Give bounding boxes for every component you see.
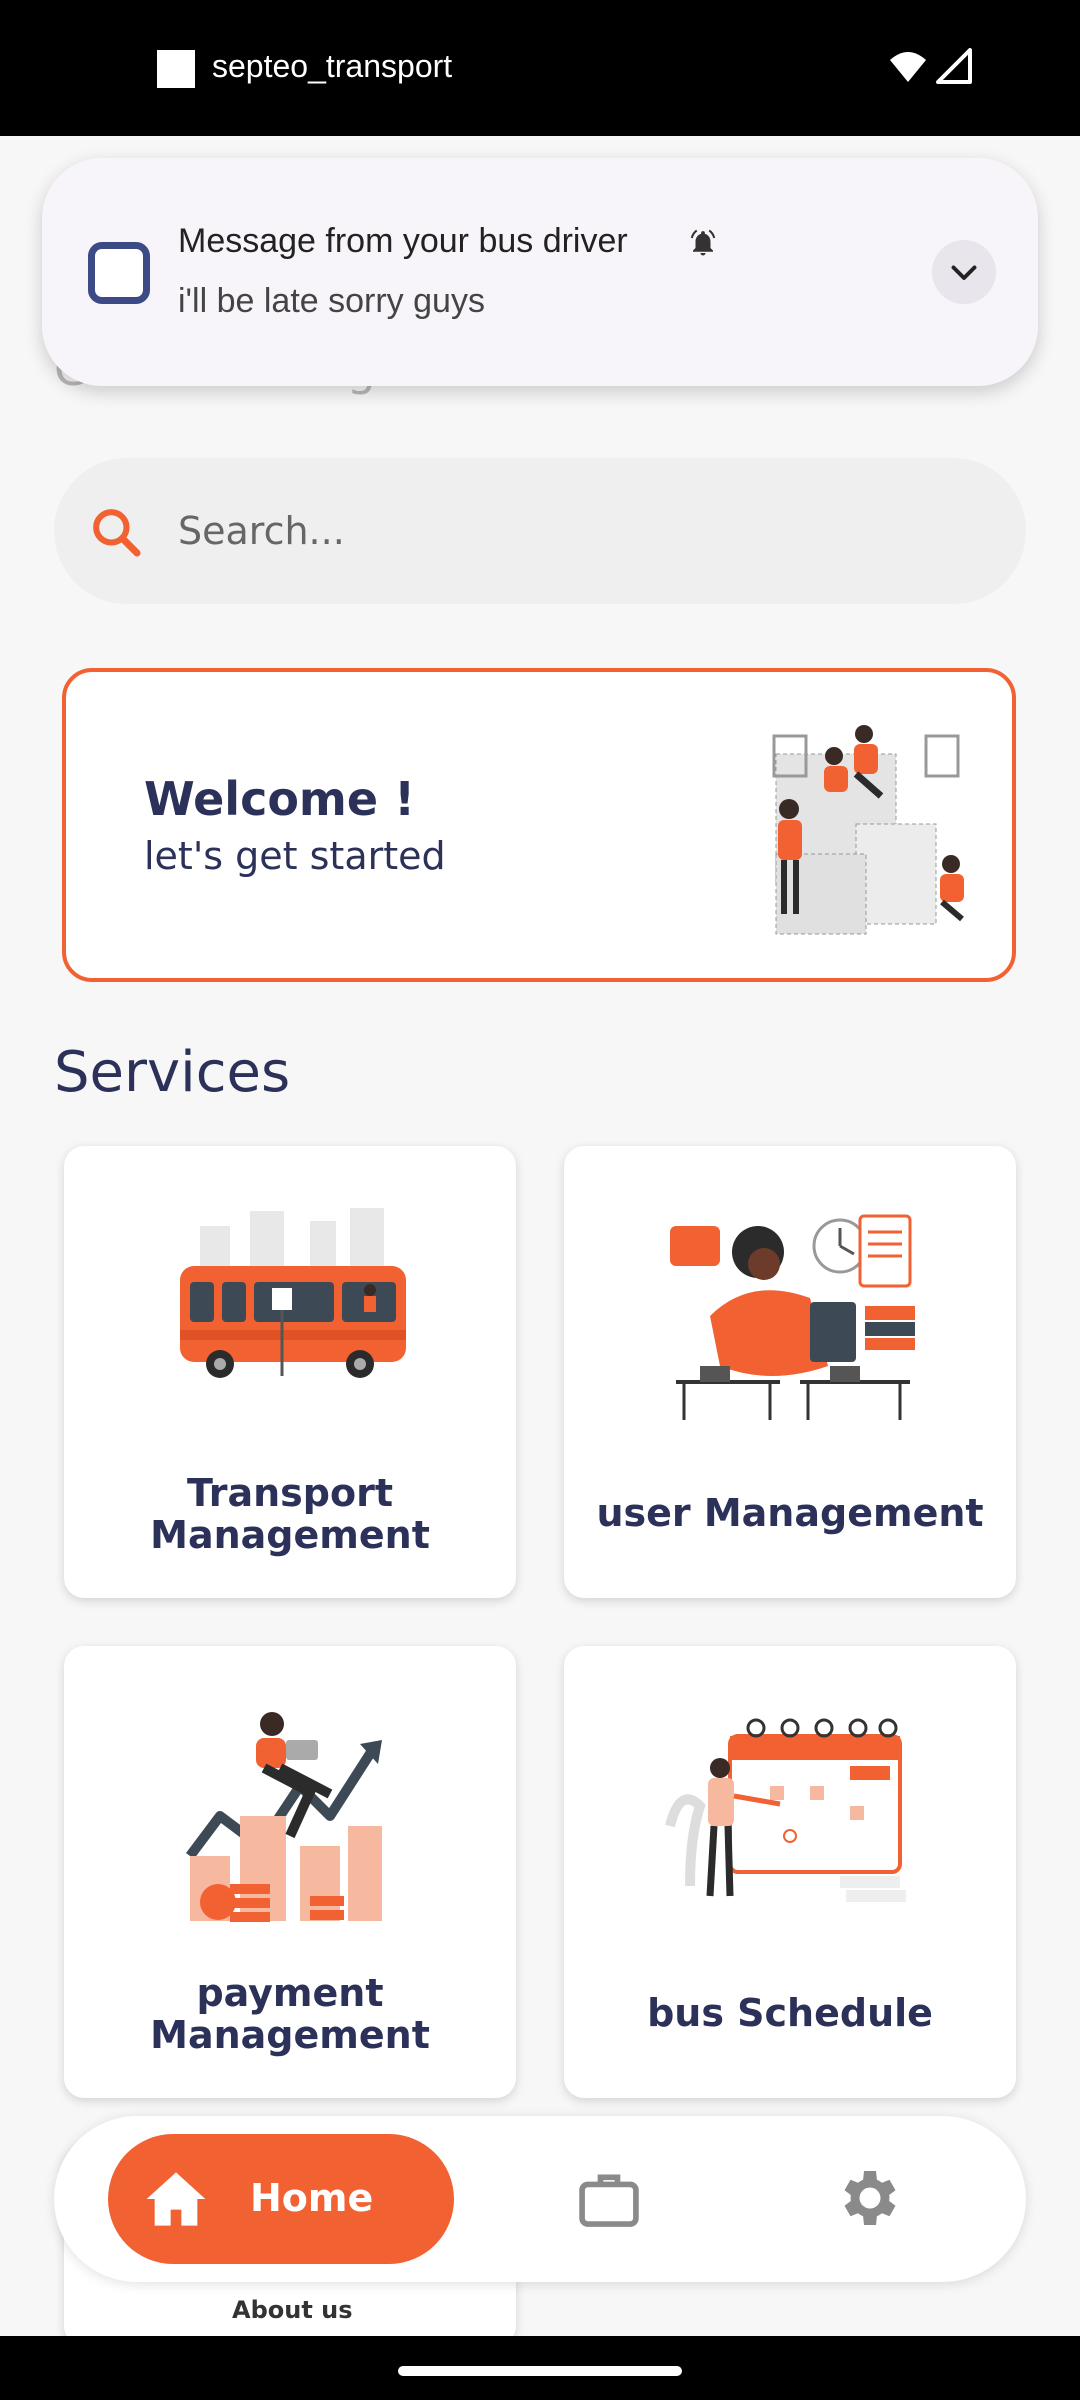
- service-label-bus-schedule: bus Schedule: [647, 1991, 933, 2035]
- briefcase-icon[interactable]: [574, 2166, 644, 2234]
- welcome-title: Welcome !: [144, 772, 416, 826]
- user-management-icon: [670, 1214, 915, 1420]
- service-card-user-management[interactable]: user Management: [564, 1146, 1016, 1598]
- service-card-bus-schedule[interactable]: bus Schedule: [564, 1646, 1016, 2098]
- chevron-down-icon: [951, 265, 977, 280]
- calendar-icon: [665, 1718, 906, 1902]
- services-heading: Services: [54, 1040, 291, 1105]
- payment-icon: [186, 1712, 382, 1922]
- search-icon: [93, 509, 141, 557]
- service-card-payment-management[interactable]: payment Management: [64, 1646, 516, 2098]
- bus-icon: [180, 1208, 406, 1378]
- gesture-handle[interactable]: [398, 2366, 682, 2376]
- notification-card[interactable]: Message from your bus driver i'll be lat…: [42, 158, 1038, 386]
- welcome-card: Welcome ! let's get started: [62, 668, 1016, 982]
- status-bar: septeo_transport: [0, 0, 1080, 136]
- wifi-icon: [890, 52, 926, 82]
- service-label-payment: payment Management: [150, 1971, 430, 2057]
- expand-notification-button[interactable]: [932, 240, 996, 304]
- bell-icon: [690, 229, 716, 256]
- nav-home-button[interactable]: Home: [108, 2134, 454, 2264]
- system-navigation-bar: [0, 2336, 1080, 2400]
- notification-body: i'll be late sorry guys: [178, 282, 485, 320]
- notification-title: Message from your bus driver: [178, 222, 628, 260]
- welcome-subtitle: let's get started: [144, 834, 446, 878]
- search-input[interactable]: [178, 496, 958, 566]
- signal-icon: [936, 48, 972, 84]
- settings-icon[interactable]: [834, 2162, 906, 2234]
- team-puzzle-illustration: [772, 725, 964, 935]
- nav-home-label: Home: [250, 2176, 374, 2220]
- notification-app-icon: [88, 242, 150, 304]
- search-bar[interactable]: [54, 458, 1026, 604]
- bottom-navigation: Home: [54, 2116, 1026, 2282]
- service-label-about-us: About us: [232, 2296, 353, 2324]
- service-label-transport: Transport Management: [150, 1471, 430, 1557]
- service-label-user-management: user Management: [596, 1491, 984, 1535]
- home-icon: [146, 2172, 206, 2226]
- service-card-transport-management[interactable]: Transport Management: [64, 1146, 516, 1598]
- app-notification-icon: [157, 50, 195, 88]
- status-app-name: septeo_transport: [212, 48, 453, 84]
